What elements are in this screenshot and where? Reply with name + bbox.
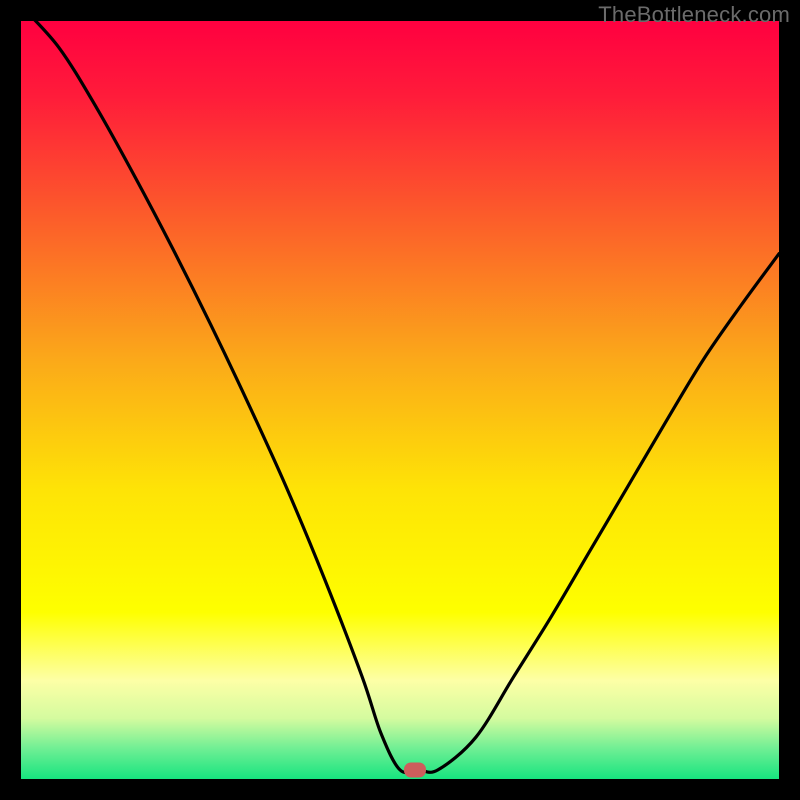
chart-frame: TheBottleneck.com	[0, 0, 800, 800]
bottleneck-curve	[21, 21, 779, 779]
optimal-marker	[404, 762, 426, 777]
plot-area	[21, 21, 779, 779]
watermark-text: TheBottleneck.com	[598, 2, 790, 28]
